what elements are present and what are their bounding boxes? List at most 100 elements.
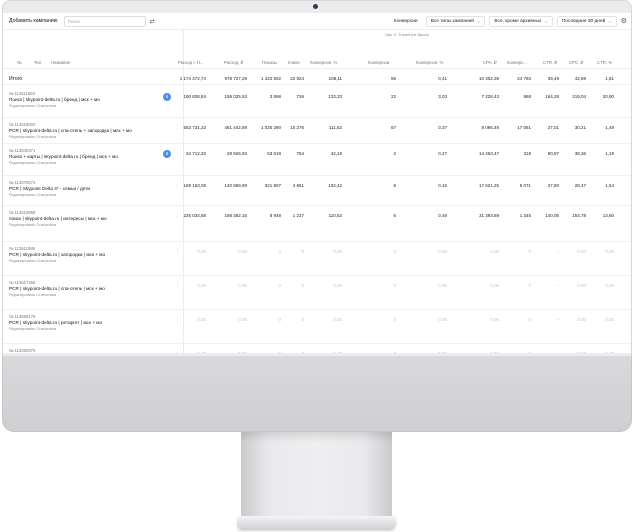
more-menu-icon[interactable]: ⋮ (175, 248, 180, 254)
more-menu-icon[interactable]: ⋮ (175, 182, 180, 188)
total-cell: 1,61 (605, 76, 614, 81)
campaign-actions[interactable]: Редактировать Статистика (9, 193, 90, 197)
campaign-name-block: № 113511986 PCR | skypoint-delta.ru | заг… (9, 246, 105, 263)
table-cell: 0 (278, 283, 281, 288)
table-cell: 0 (278, 249, 281, 254)
campaign-title-link[interactable]: поиск | skypoint-delta.ru | интересы | м… (9, 216, 107, 221)
more-menu-icon[interactable]: ⋮ (175, 150, 180, 156)
header-name[interactable]: Название (51, 60, 70, 65)
header-cost-vat[interactable]: Расход с Н... (178, 60, 203, 65)
table-row[interactable]: № 114092870PCR | Skypoint Delta 4* - Вое… (3, 344, 631, 353)
table-cell: 140 969,99 (224, 183, 247, 188)
more-menu-icon[interactable]: ⋮ (175, 316, 180, 322)
campaign-name-block: № 113510669 поиск | skypoint-delta.ru | и… (9, 210, 107, 227)
campaign-actions[interactable]: Редактировать Статистика (9, 293, 105, 297)
campaign-name-block: № 114092870PCR | Skypoint Delta 4* - Вое… (9, 348, 123, 353)
campaign-actions[interactable]: Редактировать Статистика (9, 161, 118, 165)
more-menu-icon[interactable]: ⋮ (175, 350, 180, 353)
more-menu-icon[interactable]: ⋮ (175, 212, 180, 218)
more-menu-icon[interactable]: ⋮ (175, 93, 180, 99)
campaign-title-link[interactable]: PCR | skypoint-delta.ru | спа-отель | мс… (9, 286, 105, 291)
campaign-actions[interactable]: Редактировать Статистика (9, 223, 107, 227)
header-clicks[interactable]: Клики (288, 60, 300, 65)
header-cost[interactable]: Расход, ₽ (224, 60, 243, 66)
table-cell: – (556, 283, 559, 288)
conversions-filter[interactable]: Конверсии (390, 16, 422, 27)
table-row[interactable]: № 113511986 PCR | skypoint-delta.ru | заг… (3, 242, 631, 276)
table-row[interactable]: № 113511663 Поиск | skypoint-delta.ru | б… (3, 87, 631, 118)
campaign-actions[interactable]: Редактировать Статистика (9, 135, 132, 139)
table-cell: 0 (278, 317, 281, 322)
more-menu-icon[interactable]: ⋮ (175, 282, 180, 288)
table-cell: 0 (393, 351, 396, 353)
campaign-id: № 113540371 (9, 148, 36, 153)
table-cell: 0 (528, 317, 531, 322)
campaign-title-link[interactable]: PCR | skypoint-delta.ru | загородка | мс… (9, 252, 105, 257)
campaign-id: № 113510669 (9, 210, 36, 215)
table-cell: 133,33 (328, 94, 342, 99)
table-cell: 0 (301, 283, 304, 288)
table-cell: 3 598 (269, 94, 281, 99)
header-cpc[interactable]: CPC, ₽ (569, 60, 583, 66)
table-cell: 0,00 (577, 249, 586, 254)
table-cell: 461 442,69 (224, 125, 247, 130)
table-cell: 0,00 (577, 351, 586, 353)
chevron-down-icon: ⌵ (544, 18, 548, 24)
table-cell: 0 (393, 249, 396, 254)
table-row[interactable]: № 113518002 PCR | skypoint-delta.ru | спа… (3, 118, 631, 144)
campaign-title-link[interactable]: PCR | skypoint-delta.ru | ретаргет | мск… (9, 320, 102, 325)
campaign-title-link[interactable]: Поиск + карты | skypoint-delta.ru | брен… (9, 154, 118, 159)
add-campaign-button[interactable]: Добавить кампанию (6, 16, 61, 26)
campaign-name-block: № 113517366 PCR | skypoint-delta.ru | спа… (9, 280, 105, 297)
header-conv-pct[interactable]: Конверсия, % (310, 60, 337, 65)
stand-shadow (241, 432, 392, 442)
table-cell: 0,00 (605, 249, 614, 254)
more-menu-icon[interactable]: ⋮ (175, 124, 180, 130)
campaign-name-block: № 113540371 Поиск + карты | skypoint-delt… (9, 148, 118, 165)
archive-dropdown[interactable]: Все, кроме архивных ⌵ (489, 15, 553, 27)
campaign-title-link[interactable]: Поиск | skypoint-delta.ru | бренд | мск … (9, 97, 100, 102)
header-conv-pct2[interactable]: Конверсия, % (416, 60, 443, 65)
table-cell: 0,00 (333, 317, 342, 322)
monitor-chin (2, 356, 632, 432)
header-divider (3, 68, 631, 69)
total-cell: 1 174 472,74 (179, 76, 206, 81)
table-row[interactable]: № 113517366 PCR | skypoint-delta.ru | спа… (3, 276, 631, 310)
gear-icon[interactable]: ⚙ (621, 17, 627, 25)
header-cpa[interactable]: CPA, ₽ (483, 60, 497, 66)
total-cell: 24 783 (517, 76, 531, 81)
header-ctr-rub[interactable]: CTR, ₽ (543, 60, 557, 66)
table-row[interactable]: № 114076674 PCR | Skypoint Delta 4* - сем… (3, 176, 631, 206)
header-num: № (17, 60, 22, 65)
table-cell: 1,19 (605, 151, 614, 156)
campaign-actions[interactable]: Редактировать Статистика (9, 259, 105, 263)
header-conversions[interactable]: Конверсии (368, 60, 389, 65)
campaign-title-link[interactable]: PCR | Skypoint Delta 4* - семьи / дети (9, 186, 90, 191)
table-row[interactable]: № 113540371 Поиск + карты | skypoint-delt… (3, 144, 631, 176)
campaign-id: № 113511986 (9, 246, 35, 251)
header-impressions[interactable]: Показы (262, 60, 277, 65)
campaign-actions[interactable]: Редактировать Статистика (9, 327, 102, 331)
period-dropdown[interactable]: Последние 30 дней ⌵ (556, 15, 617, 27)
table-cell: 0,00 (438, 351, 447, 353)
campaign-title-link[interactable]: PCR | skypoint-delta.ru | спа-отель + за… (9, 128, 132, 133)
table-cell: 0 (528, 249, 531, 254)
header-conv-short[interactable]: Конверс... (507, 60, 527, 65)
search-input[interactable]: Поиск (63, 15, 146, 27)
table-cell: 0,00 (197, 351, 206, 353)
campaign-types-dropdown[interactable]: Все типы кампаний ⌵ (425, 15, 486, 27)
table-row[interactable]: № 113559179 PCR | skypoint-delta.ru | рет… (3, 310, 631, 344)
table-row[interactable]: № 113510669 поиск | skypoint-delta.ru | и… (3, 206, 631, 242)
table-cell: 188 362,15 (224, 213, 247, 218)
table-cell: – (556, 317, 559, 322)
total-cell: 42,69 (574, 76, 586, 81)
table-cell: 4 951 (292, 183, 304, 188)
table-cell: 0,00 (333, 249, 342, 254)
total-cell: 10 302,39 (478, 76, 499, 81)
header-ctr[interactable]: CTR, % (597, 60, 612, 65)
table-cell: 3,03 (438, 94, 447, 99)
campaign-actions[interactable]: Редактировать Статистика (9, 104, 100, 108)
table-cell: 27,01 (547, 125, 559, 130)
chevron-down-icon: ⌵ (608, 18, 612, 24)
swap-icon[interactable]: ⇄ (150, 18, 155, 25)
